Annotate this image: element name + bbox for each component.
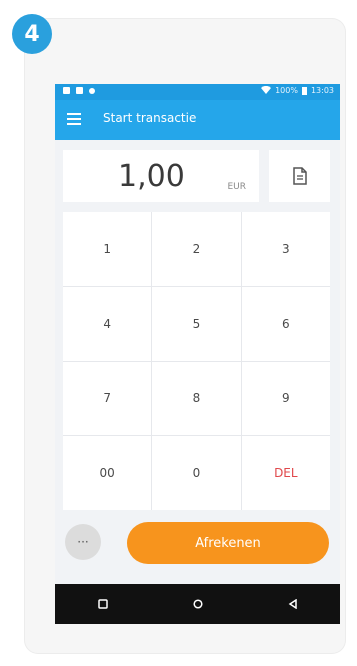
battery-percentage: 100%: [275, 86, 298, 95]
square-icon[interactable]: [97, 599, 108, 609]
status-icons-right: 100% 13:03: [261, 86, 334, 95]
key-7[interactable]: 7: [63, 361, 152, 436]
hamburger-menu-icon[interactable]: [67, 113, 81, 125]
amount-display: 1,00 EUR: [63, 150, 259, 202]
status-dot-icon: [89, 87, 95, 94]
key-4[interactable]: 4: [63, 286, 152, 361]
triangle-back-icon[interactable]: [288, 599, 298, 609]
key-2[interactable]: 2: [152, 212, 241, 286]
document-button[interactable]: [269, 150, 330, 202]
circle-icon[interactable]: [192, 599, 203, 609]
checkout-button[interactable]: Afrekenen: [127, 522, 329, 564]
key-5[interactable]: 5: [152, 286, 241, 361]
android-nav-bar: [55, 584, 340, 624]
amount-value: 1,00: [118, 159, 185, 194]
key-00[interactable]: 00: [63, 436, 152, 510]
wifi-icon: [261, 86, 272, 94]
status-bar: 100% 13:03: [55, 84, 340, 100]
battery-icon: [301, 87, 307, 95]
currency-label: EUR: [227, 182, 246, 192]
page-title: Start transactie: [103, 111, 197, 125]
key-8[interactable]: 8: [152, 361, 241, 436]
document-icon: [292, 167, 307, 185]
notification-icon: [63, 87, 70, 94]
key-1[interactable]: 1: [63, 212, 152, 286]
status-icons-left: [63, 87, 95, 94]
numeric-keypad: 1 2 3 4 5 6 7 8 9 00 0 DEL: [63, 212, 330, 510]
phone-screen: 100% 13:03 Start transactie 1,00 EUR 1 2…: [55, 84, 340, 624]
key-6[interactable]: 6: [241, 286, 330, 361]
message-icon: [76, 87, 83, 94]
key-9[interactable]: 9: [241, 361, 330, 436]
step-number-badge: 4: [12, 14, 52, 54]
delete-key[interactable]: DEL: [241, 436, 330, 510]
more-options-button[interactable]: ···: [65, 524, 101, 560]
app-bar: Start transactie: [55, 100, 340, 140]
key-0[interactable]: 0: [152, 436, 241, 510]
status-time: 13:03: [310, 86, 334, 95]
key-3[interactable]: 3: [241, 212, 330, 286]
